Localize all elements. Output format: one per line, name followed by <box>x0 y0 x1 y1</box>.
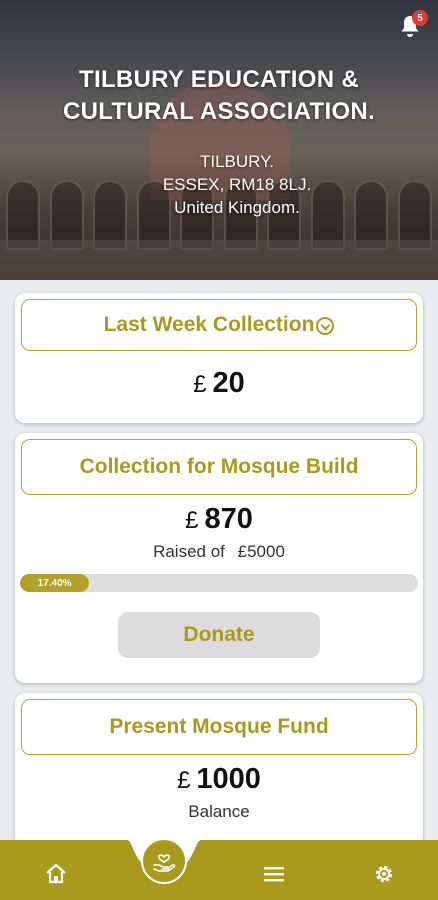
last-week-collection-header[interactable]: Last Week Collection <box>21 299 417 351</box>
progress-label: 17.40% <box>37 577 72 589</box>
header-hero: 5 TILBURY EDUCATION & CULTURAL ASSOCIATI… <box>0 0 438 280</box>
settings-button[interactable] <box>372 862 396 886</box>
notification-badge: 5 <box>412 10 428 26</box>
balance-label: Balance <box>188 802 250 821</box>
last-week-amount-value: 20 <box>212 367 245 399</box>
chevron-down-icon[interactable] <box>316 317 335 335</box>
last-week-collection-title: Last Week Collection <box>103 313 315 336</box>
currency-symbol: £ <box>185 507 199 534</box>
mosque-build-title: Collection for Mosque Build <box>79 455 359 478</box>
donate-nav-button[interactable] <box>141 838 187 884</box>
mosque-build-header: Collection for Mosque Build <box>21 439 417 495</box>
mosque-build-card: Collection for Mosque Build £870 Raised … <box>15 433 423 683</box>
donation-progress-bar: 17.40% <box>20 574 418 592</box>
address-line-3: United Kingdom. <box>174 198 300 217</box>
last-week-collection-card: Last Week Collection £20 <box>15 293 423 423</box>
mosque-build-amount: £870 <box>15 503 423 536</box>
settings-icon <box>375 865 393 883</box>
bottom-navigation <box>0 838 438 900</box>
notification-bell-button[interactable]: 5 <box>398 10 428 40</box>
last-week-amount: £20 <box>15 367 423 400</box>
present-fund-amount: £1000 <box>15 763 423 796</box>
home-button[interactable] <box>44 862 68 886</box>
target-amount: 5000 <box>247 542 285 561</box>
mosque-build-amount-value: 870 <box>204 503 253 535</box>
organization-address: TILBURY. ESSEX, RM18 8LJ. United Kingdom… <box>0 150 438 219</box>
organization-title: TILBURY EDUCATION & CULTURAL ASSOCIATION… <box>62 66 376 125</box>
menu-button[interactable] <box>262 862 286 886</box>
address-line-2: ESSEX, RM18 8LJ. <box>162 175 312 194</box>
present-mosque-fund-header: Present Mosque Fund <box>21 699 417 755</box>
address-line-1: TILBURY. <box>199 152 275 171</box>
donate-button[interactable]: Donate <box>118 612 320 658</box>
present-mosque-fund-title: Present Mosque Fund <box>109 715 329 738</box>
currency-symbol: £ <box>177 767 191 794</box>
menu-icon <box>264 867 284 882</box>
raised-of-text: Raised of £5000 <box>153 542 285 561</box>
donate-hand-icon <box>153 854 176 872</box>
courtyard-floor-graphic <box>0 240 438 280</box>
present-fund-amount-value: 1000 <box>196 763 261 795</box>
home-icon <box>46 863 66 884</box>
currency-symbol: £ <box>193 371 207 398</box>
progress-fill: 17.40% <box>20 574 90 592</box>
